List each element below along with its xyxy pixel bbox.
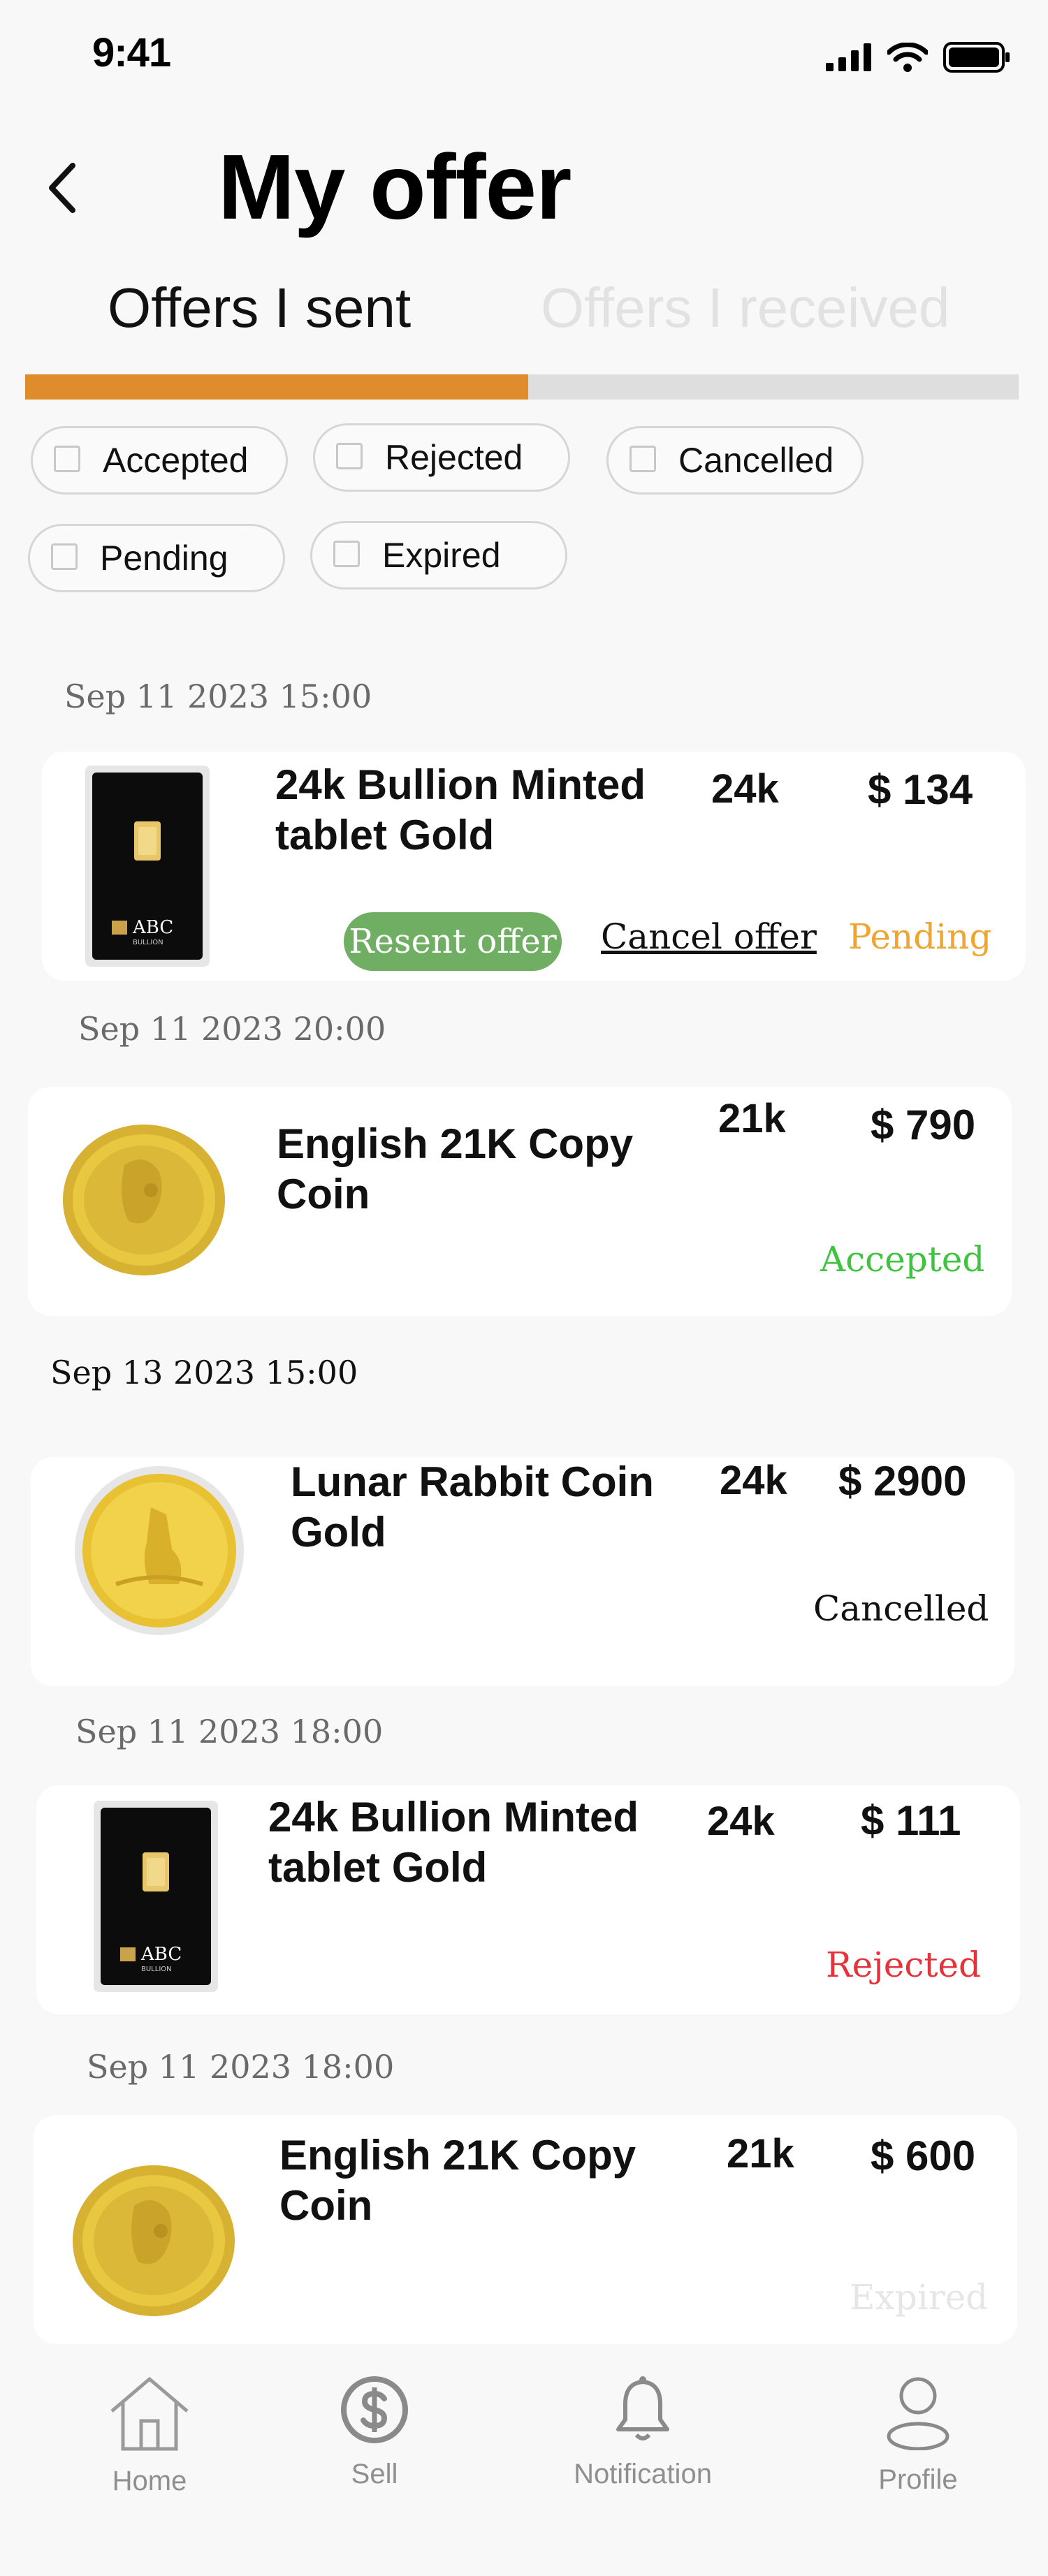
resend-offer-button[interactable]: Resent offer [344, 912, 562, 971]
tab-offers-received[interactable]: Offers I received [541, 276, 949, 340]
nav-home-label: Home [112, 2466, 187, 2496]
status-time: 9:41 [92, 30, 171, 75]
status-icons [826, 42, 1010, 73]
checkbox[interactable] [51, 543, 78, 570]
offer-card[interactable]: ABC BULLION 24k Bullion Minted tablet Go… [42, 752, 1026, 981]
offer-date: Sep 11 2023 20:00 [78, 1010, 386, 1048]
svg-text:ABC: ABC [132, 917, 173, 938]
bell-icon [616, 2376, 669, 2440]
offer-tabs: Offers I sent Offers I received [0, 276, 1048, 346]
header: My offer [0, 126, 1048, 244]
offer-price: $ 134 [868, 766, 973, 813]
offer-karat: 24k [707, 1799, 775, 1844]
offer-price: $ 2900 [838, 1458, 967, 1505]
nav-profile-label: Profile [878, 2464, 958, 2495]
offer-karat: 24k [720, 1458, 787, 1503]
checkbox[interactable] [336, 443, 363, 469]
offer-card[interactable]: English 21K Copy Coin 21k $ 600 Expired [34, 2115, 1017, 2344]
offer-title: English 21K Copy Coin [279, 2132, 636, 2229]
offer-karat: 21k [718, 1096, 786, 1141]
offer-title: English 21K Copy Coin [277, 1120, 634, 1217]
filter-expired[interactable]: Expired [310, 521, 567, 590]
nav-home[interactable]: Home [82, 2375, 217, 2497]
offer-card[interactable]: ABC BULLION 24k Bullion Minted tablet Go… [36, 1785, 1020, 2014]
nav-sell[interactable]: Sell [307, 2375, 442, 2490]
offer-card[interactable]: Lunar Rabbit Coin Gold 24k $ 2900 Cancel… [31, 1457, 1014, 1686]
wifi-icon [887, 43, 928, 72]
offer-card[interactable]: English 21K Copy Coin 21k $ 790 Accepted [28, 1087, 1012, 1316]
bottom-nav: Home Sell Notification Profile [0, 2361, 1048, 2576]
nav-sell-label: Sell [351, 2459, 398, 2489]
filter-pending[interactable]: Pending [28, 524, 285, 592]
offer-karat: 24k [711, 766, 779, 812]
svg-text:ABC: ABC [140, 1944, 182, 1965]
cancel-offer-link[interactable]: Cancel offer [601, 916, 817, 957]
dollar-icon [341, 2376, 408, 2443]
offer-date: Sep 11 2023 18:00 [87, 2048, 395, 2086]
offer-status: Accepted [820, 1239, 985, 1280]
offer-price: $ 600 [871, 2132, 976, 2179]
filter-label: Rejected [385, 438, 523, 477]
offer-status: Expired [850, 2277, 989, 2318]
battery-icon [943, 42, 1010, 73]
checkbox[interactable] [333, 541, 360, 567]
offer-date: Sep 11 2023 15:00 [64, 678, 372, 715]
svg-text:BULLION: BULLION [133, 939, 163, 946]
offer-price: $ 111 [861, 1797, 961, 1844]
offer-status: Rejected [826, 1945, 982, 1985]
chevron-left-icon [49, 163, 75, 213]
tab-offers-sent[interactable]: Offers I sent [108, 276, 411, 340]
offer-price: $ 790 [871, 1102, 976, 1148]
gold-coin-image [63, 1125, 225, 1275]
offer-status: Pending [848, 916, 992, 957]
svg-text:BULLION: BULLION [141, 1966, 172, 1973]
home-icon [110, 2377, 189, 2451]
gold-bar-image: ABC BULLION [85, 766, 210, 967]
filter-rejected[interactable]: Rejected [313, 423, 570, 492]
filter-label: Pending [100, 539, 228, 578]
rabbit-coin-image [75, 1466, 244, 1635]
filter-label: Expired [382, 536, 501, 575]
checkbox[interactable] [629, 446, 656, 472]
filter-cancelled[interactable]: Cancelled [606, 426, 864, 495]
offer-title: 24k Bullion Minted tablet Gold [275, 761, 646, 858]
tab-indicator-track [25, 374, 1019, 400]
nav-notification-label: Notification [574, 2459, 712, 2489]
offer-title: Lunar Rabbit Coin Gold [291, 1458, 654, 1556]
offer-karat: 21k [727, 2131, 794, 2176]
back-button[interactable] [34, 156, 89, 219]
gold-coin-image [73, 2165, 235, 2316]
nav-notification[interactable]: Notification [545, 2375, 741, 2490]
offer-date: Sep 13 2023 15:00 [50, 1354, 358, 1391]
status-bar: 9:41 [0, 0, 1048, 105]
offer-date: Sep 11 2023 18:00 [75, 1713, 384, 1750]
signal-icon [826, 43, 871, 71]
gold-bar-image: ABC BULLION [94, 1801, 218, 1992]
filter-accepted[interactable]: Accepted [31, 426, 288, 495]
filter-label: Cancelled [678, 441, 834, 480]
nav-profile[interactable]: Profile [851, 2375, 985, 2496]
offer-status: Cancelled [813, 1588, 989, 1629]
offer-title: 24k Bullion Minted tablet Gold [268, 1794, 639, 1891]
user-icon [887, 2377, 949, 2450]
page-title: My offer [218, 136, 572, 238]
tab-indicator [25, 374, 528, 400]
filter-label: Accepted [103, 441, 249, 480]
checkbox[interactable] [54, 446, 80, 472]
